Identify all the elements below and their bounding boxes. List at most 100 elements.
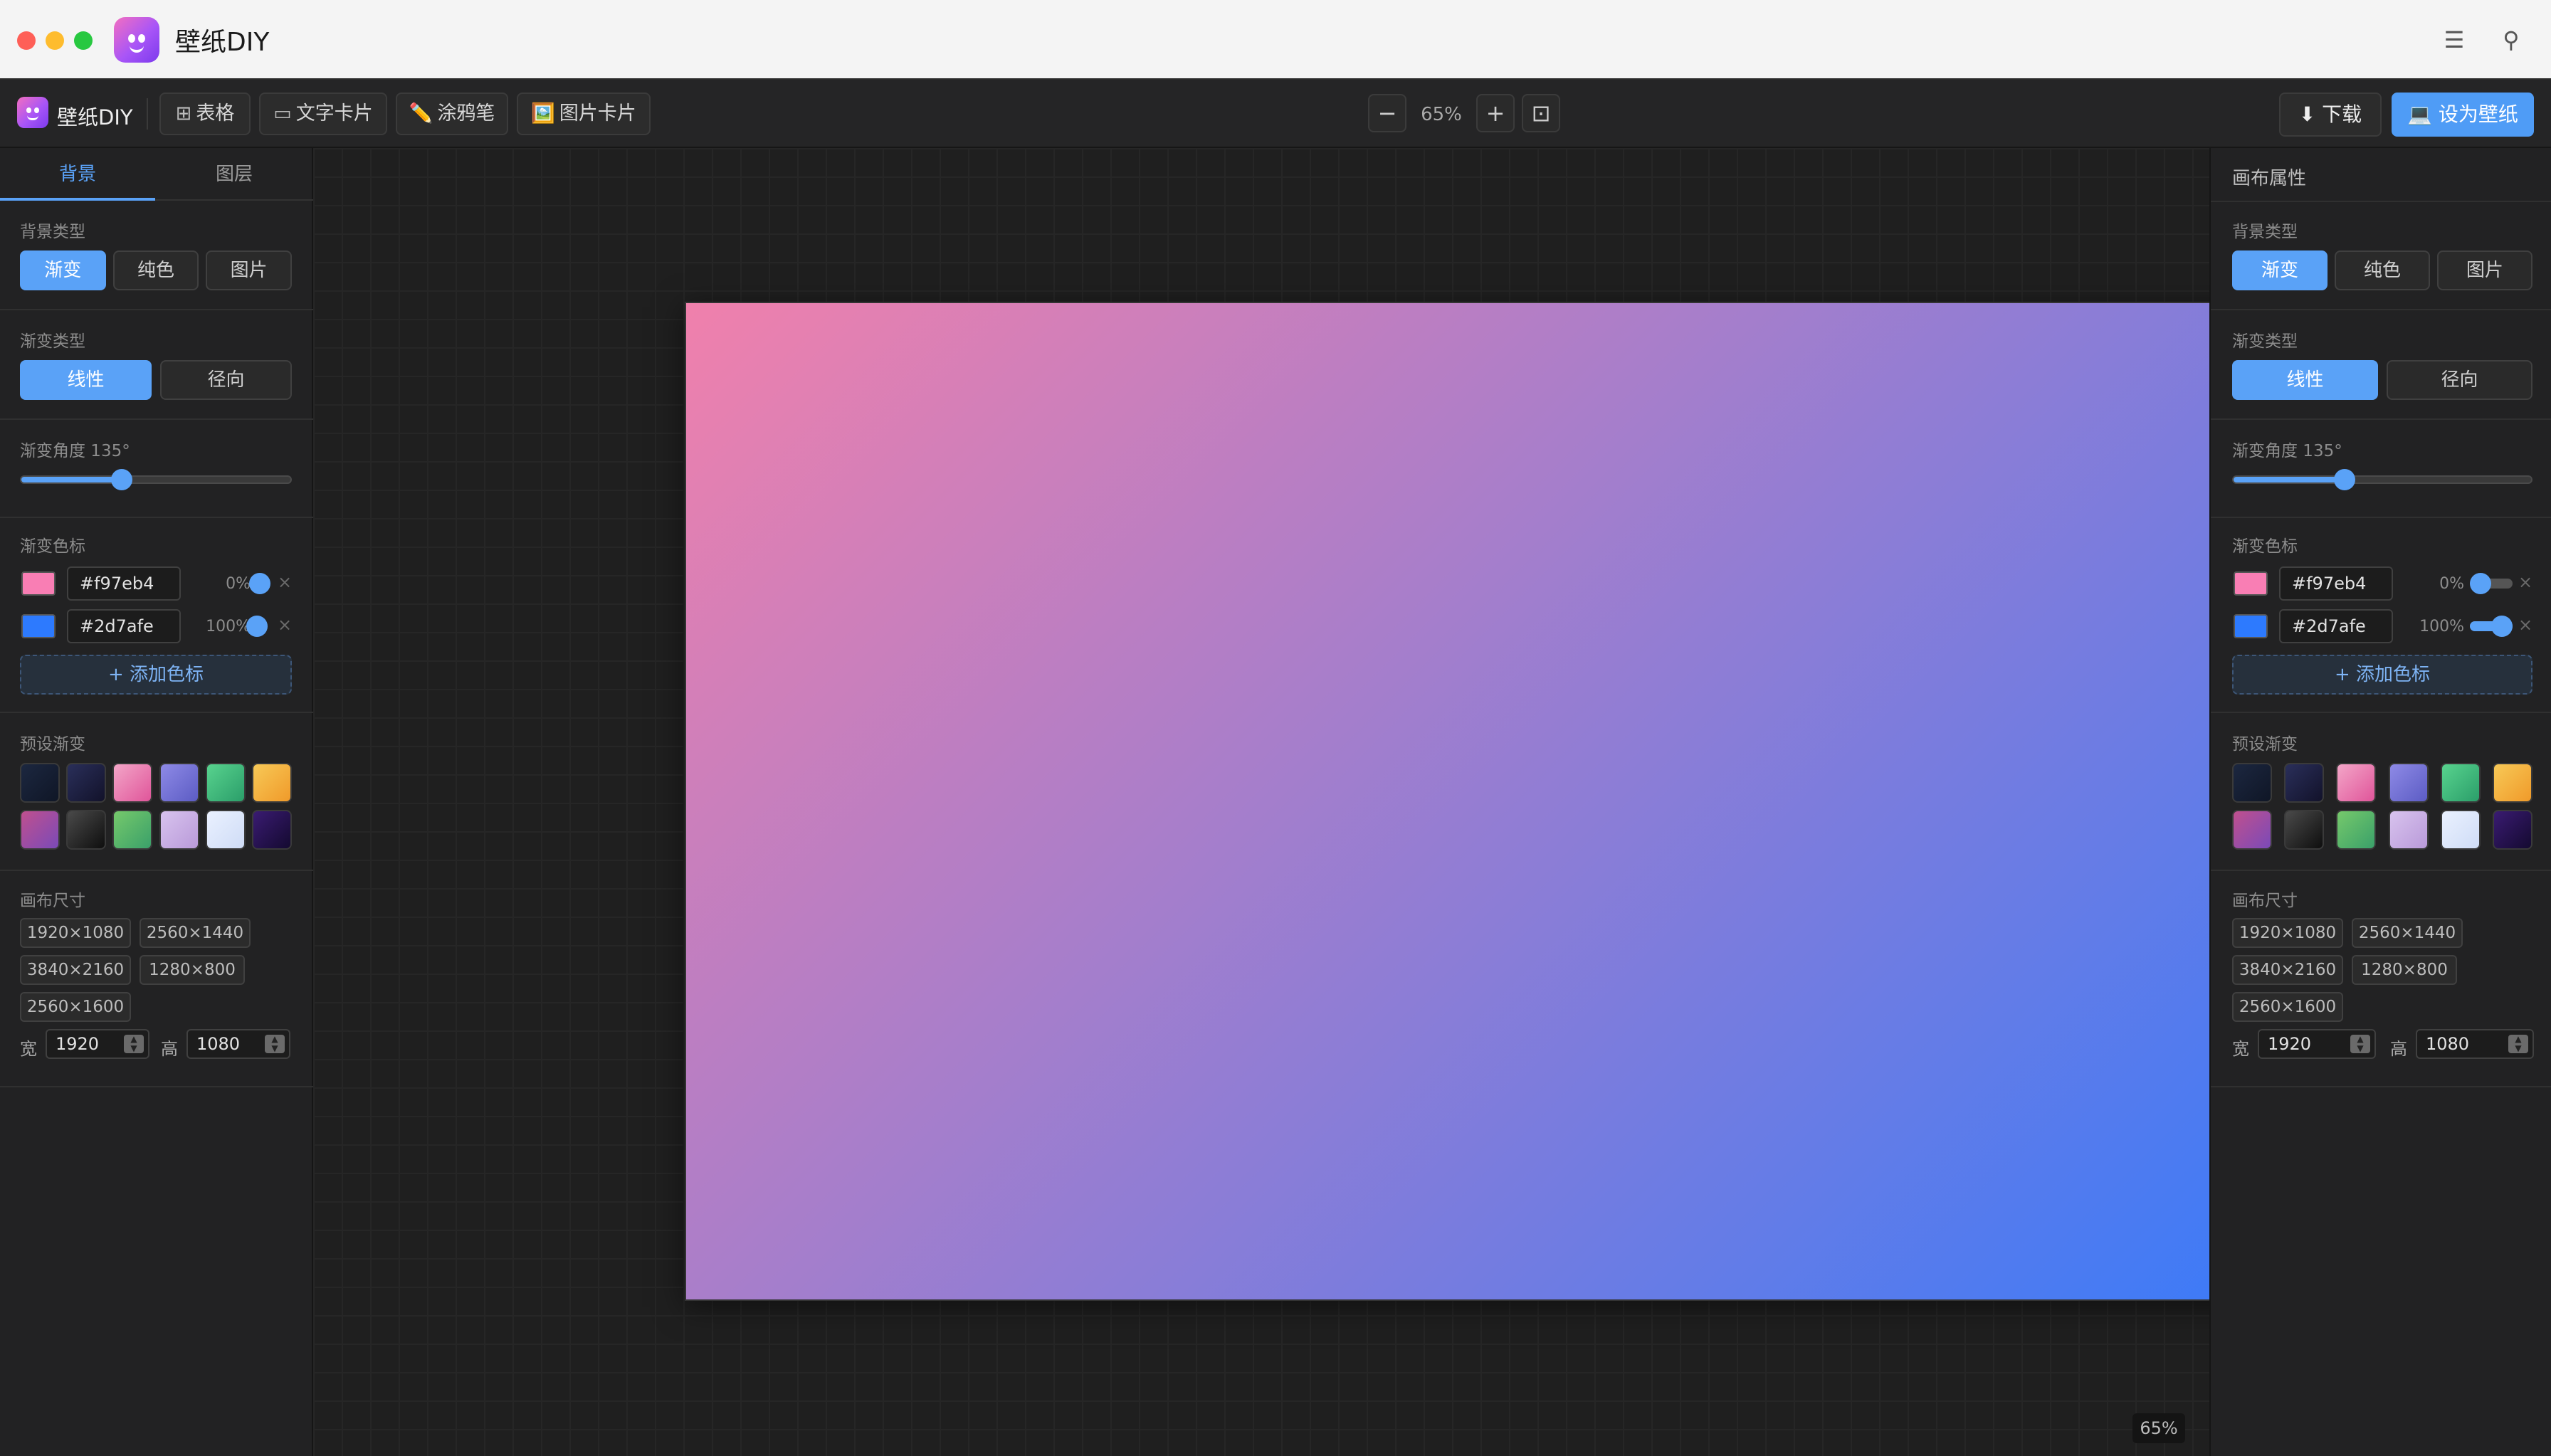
- canvas-size-preset[interactable]: 3840×2160: [20, 955, 131, 985]
- divider: [0, 1086, 313, 1087]
- preset-gradient-swatch[interactable]: [2284, 763, 2325, 803]
- preset-gradient-swatch[interactable]: [2284, 810, 2325, 850]
- preset-gradient-swatch[interactable]: [252, 810, 292, 850]
- preset-gradient-swatch[interactable]: [205, 810, 246, 850]
- background-type-option[interactable]: 纯色: [2335, 250, 2430, 290]
- zoom-in-button[interactable]: +: [1476, 94, 1515, 132]
- color-stop-swatch[interactable]: [2234, 614, 2268, 638]
- color-stop-handle[interactable]: [2470, 573, 2491, 594]
- background-type-option[interactable]: 渐变: [20, 250, 106, 290]
- fit-screen-button[interactable]: ⊡: [1522, 94, 1560, 132]
- image-card-tool-button[interactable]: 🖼️ 图片卡片: [517, 93, 651, 135]
- canvas-size-preset[interactable]: 3840×2160: [2232, 955, 2343, 985]
- remove-stop-icon[interactable]: ×: [278, 615, 292, 635]
- preset-gradients-label: 预设渐变: [20, 735, 85, 754]
- height-input[interactable]: 1080 ▲ ▼: [2416, 1029, 2534, 1059]
- canvas-size-preset[interactable]: 1920×1080: [2232, 918, 2343, 948]
- gradient-type-option[interactable]: 线性: [2232, 360, 2378, 400]
- text-card-tool-button[interactable]: ▭ 文字卡片: [259, 93, 387, 135]
- canvas-size-preset[interactable]: 2560×1440: [2352, 918, 2463, 948]
- preset-gradient-swatch[interactable]: [2493, 763, 2532, 803]
- pin-icon[interactable]: ⚲: [2497, 26, 2525, 54]
- preset-gradient-swatch[interactable]: [66, 763, 107, 803]
- color-stop-hex-input[interactable]: #2d7afe: [67, 609, 181, 643]
- preset-gradient-swatch[interactable]: [2440, 763, 2481, 803]
- preset-gradient-swatch[interactable]: [2232, 763, 2272, 803]
- background-type-option[interactable]: 图片: [2437, 250, 2532, 290]
- pencil-tool-button[interactable]: ✏️ 涂鸦笔: [396, 93, 508, 135]
- remove-stop-icon[interactable]: ×: [278, 572, 292, 592]
- preset-gradient-swatch[interactable]: [66, 810, 107, 850]
- set-wallpaper-button[interactable]: 💻 设为壁纸: [2392, 93, 2534, 137]
- gradient-type-option[interactable]: 线性: [20, 360, 152, 400]
- canvas-size-preset[interactable]: 2560×1600: [2232, 992, 2343, 1022]
- zoom-window-button[interactable]: [74, 31, 93, 50]
- add-color-stop-button[interactable]: + 添加色标: [2232, 655, 2532, 695]
- canvas-size-preset[interactable]: 2560×1600: [20, 992, 131, 1022]
- preset-gradient-swatch[interactable]: [2440, 810, 2481, 850]
- color-stop-hex-input[interactable]: #f97eb4: [67, 566, 181, 601]
- tab-background[interactable]: 背景: [0, 148, 155, 201]
- preset-gradient-swatch[interactable]: [112, 763, 153, 803]
- menu-icon[interactable]: ☰: [2440, 26, 2468, 54]
- width-input[interactable]: 1920 ▲ ▼: [2258, 1029, 2376, 1059]
- gradient-angle-slider[interactable]: [20, 475, 292, 484]
- background-type-option[interactable]: 图片: [206, 250, 292, 290]
- add-color-stop-button[interactable]: + 添加色标: [20, 655, 292, 695]
- preset-gradient-swatch[interactable]: [2388, 810, 2429, 850]
- canvas-size-preset[interactable]: 1280×800: [2352, 955, 2457, 985]
- preset-gradient-swatch[interactable]: [159, 810, 199, 850]
- preset-gradient-swatch[interactable]: [20, 763, 60, 803]
- color-stop-position-slider[interactable]: [249, 573, 270, 594]
- divider: [0, 712, 313, 713]
- width-stepper[interactable]: ▲ ▼: [124, 1035, 144, 1053]
- close-window-button[interactable]: [17, 31, 36, 50]
- color-stop-swatch[interactable]: [2234, 571, 2268, 596]
- preset-gradient-swatch[interactable]: [205, 763, 246, 803]
- slider-handle[interactable]: [2334, 469, 2356, 490]
- color-stop-handle[interactable]: [2491, 616, 2513, 637]
- canvas-size-preset[interactable]: 1280×800: [140, 955, 245, 985]
- preset-gradient-swatch[interactable]: [2232, 810, 2272, 850]
- divider: [2211, 870, 2551, 871]
- color-stop-hex-input[interactable]: #2d7afe: [2279, 609, 2393, 643]
- gradient-type-option[interactable]: 径向: [160, 360, 292, 400]
- color-stop-swatch[interactable]: [21, 614, 56, 638]
- color-stop-swatch[interactable]: [21, 571, 56, 596]
- remove-stop-icon[interactable]: ×: [2518, 615, 2532, 635]
- preset-gradient-swatch[interactable]: [2336, 763, 2377, 803]
- preset-gradient-swatch[interactable]: [2336, 810, 2377, 850]
- app-logo-icon: [114, 17, 159, 63]
- width-value: 1920: [56, 1034, 100, 1054]
- height-stepper[interactable]: ▲ ▼: [265, 1035, 285, 1053]
- gradient-type-option[interactable]: 径向: [2387, 360, 2532, 400]
- slider-handle[interactable]: [111, 469, 133, 490]
- color-stop-hex-input[interactable]: #f97eb4: [2279, 566, 2393, 601]
- remove-stop-icon[interactable]: ×: [2518, 572, 2532, 592]
- preset-gradients-label: 预设渐变: [2232, 735, 2298, 754]
- width-input[interactable]: 1920 ▲ ▼: [46, 1029, 149, 1059]
- canvas-size-preset[interactable]: 1920×1080: [20, 918, 131, 948]
- preset-gradient-swatch[interactable]: [252, 763, 292, 803]
- preset-gradient-swatch[interactable]: [112, 810, 153, 850]
- canvas-size-preset[interactable]: 2560×1440: [140, 918, 251, 948]
- height-label: 高: [2390, 1039, 2407, 1059]
- height-stepper[interactable]: ▲ ▼: [2508, 1035, 2528, 1053]
- preset-gradient-swatch[interactable]: [159, 763, 199, 803]
- minimize-window-button[interactable]: [46, 31, 64, 50]
- height-input[interactable]: 1080 ▲ ▼: [186, 1029, 290, 1059]
- zoom-out-button[interactable]: −: [1368, 94, 1406, 132]
- preset-gradient-swatch[interactable]: [2388, 763, 2429, 803]
- download-button[interactable]: ⬇ 下载: [2279, 93, 2382, 137]
- tab-layers[interactable]: 图层: [157, 148, 312, 201]
- background-type-option[interactable]: 渐变: [2232, 250, 2328, 290]
- table-tool-button[interactable]: ⊞ 表格: [159, 93, 251, 135]
- color-stop-position-slider[interactable]: [246, 616, 268, 637]
- wallpaper-canvas[interactable]: [685, 302, 2463, 1301]
- background-type-option[interactable]: 纯色: [112, 250, 199, 290]
- preset-gradient-swatch[interactable]: [2493, 810, 2532, 850]
- gradient-angle-slider[interactable]: [2232, 475, 2532, 484]
- preset-gradient-swatch[interactable]: [20, 810, 60, 850]
- gradient-type-label: 渐变类型: [2232, 332, 2298, 351]
- width-stepper[interactable]: ▲ ▼: [2350, 1035, 2370, 1053]
